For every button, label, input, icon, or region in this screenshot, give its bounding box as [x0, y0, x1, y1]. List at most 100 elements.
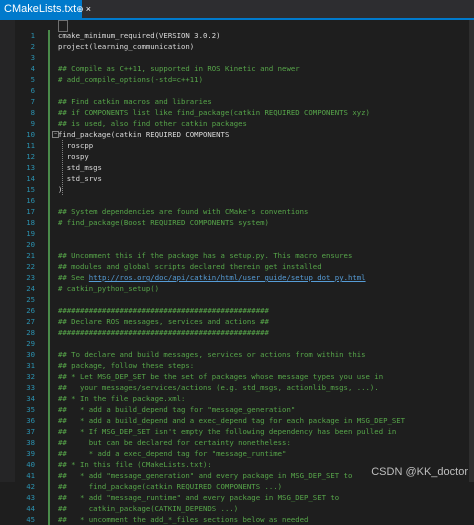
line-number: 11: [26, 141, 35, 150]
change-indicator: [48, 239, 50, 250]
code-line[interactable]: 31 ## package, follow these steps:: [0, 360, 474, 371]
code-line[interactable]: 6: [0, 85, 474, 96]
code-line[interactable]: 29: [0, 338, 474, 349]
tab-bar: CMakeLists.txt ⊕ ×: [0, 0, 474, 18]
change-indicator: [48, 118, 50, 129]
code-line[interactable]: 12 rospy: [0, 151, 474, 162]
code-line[interactable]: 10 find_package(catkin REQUIRED COMPONENT…: [0, 129, 474, 140]
code-line[interactable]: 4 ## Compile as C++11, supported in ROS K…: [0, 63, 474, 74]
line-number: 9: [30, 119, 35, 128]
change-indicator: [48, 503, 50, 514]
line-number: 36: [26, 416, 35, 425]
code-text: ## To declare and build messages, servic…: [58, 350, 366, 359]
code-line[interactable]: 22 ## modules and global scripts declared…: [0, 261, 474, 272]
line-number: 1: [30, 31, 35, 40]
close-icon[interactable]: ×: [86, 4, 91, 14]
code-line[interactable]: 7 ## Find catkin macros and libraries: [0, 96, 474, 107]
code-line[interactable]: 44 ## catkin_package(CATKIN_DEPENDS ...): [0, 503, 474, 514]
code-line[interactable]: 3: [0, 52, 474, 63]
code-line[interactable]: 36 ## * add a build_depend and a exec_dep…: [0, 415, 474, 426]
code-line[interactable]: 17 ## System dependencies are found with …: [0, 206, 474, 217]
change-indicator: [48, 250, 50, 261]
code-text: ## if COMPONENTS list like find_package(…: [58, 108, 370, 117]
vertical-scrollbar[interactable]: [469, 20, 474, 482]
code-line[interactable]: 23 ## See http://ros.org/doc/api/catkin/h…: [0, 272, 474, 283]
code-line[interactable]: 34 ## * In the file package.xml:: [0, 393, 474, 404]
code-line[interactable]: 42 ## find_package(catkin REQUIRED COMPON…: [0, 481, 474, 492]
change-indicator: [48, 173, 50, 184]
line-number: 10: [26, 130, 35, 139]
code-text: cmake_minimum_required(VERSION 3.0.2): [58, 31, 221, 40]
indent-guide: [62, 140, 63, 195]
line-number: 38: [26, 438, 35, 447]
code-line[interactable]: 39 ## * add a exec_depend tag for "messag…: [0, 448, 474, 459]
change-indicator: [48, 140, 50, 151]
code-line[interactable]: 43 ## * add "message_runtime" and every p…: [0, 492, 474, 503]
code-line[interactable]: 18 # find_package(Boost REQUIRED COMPONEN…: [0, 217, 474, 228]
code-text: ## your messages/services/actions (e.g. …: [58, 383, 379, 392]
code-line[interactable]: 11 roscpp: [0, 140, 474, 151]
change-indicator: [48, 294, 50, 305]
change-indicator: [48, 514, 50, 525]
change-indicator: [48, 492, 50, 503]
change-indicator: [48, 371, 50, 382]
code-line[interactable]: 13 std_msgs: [0, 162, 474, 173]
code-text: ## catkin_package(CATKIN_DEPENDS ...): [58, 504, 239, 513]
change-indicator: [48, 272, 50, 283]
fold-collapse-icon[interactable]: −: [52, 131, 59, 138]
code-line[interactable]: 2 project(learning_communication): [0, 41, 474, 52]
code-line[interactable]: 15): [0, 184, 474, 195]
code-editor[interactable]: 1 cmake_minimum_required(VERSION 3.0.2) 2 p…: [0, 20, 474, 525]
code-line[interactable]: 16: [0, 195, 474, 206]
code-text: ########################################…: [58, 328, 269, 337]
change-indicator: [48, 404, 50, 415]
code-line[interactable]: 1 cmake_minimum_required(VERSION 3.0.2): [0, 30, 474, 41]
line-number: 23: [26, 273, 35, 282]
line-number: 17: [26, 207, 35, 216]
change-indicator: [48, 305, 50, 316]
line-number: 22: [26, 262, 35, 271]
line-number: 19: [26, 229, 35, 238]
change-indicator: [48, 393, 50, 404]
code-line[interactable]: 30 ## To declare and build messages, serv…: [0, 349, 474, 360]
code-line[interactable]: 25: [0, 294, 474, 305]
line-number: 7: [30, 97, 35, 106]
code-line[interactable]: 5 # add_compile_options(-std=c++11): [0, 74, 474, 85]
code-line[interactable]: 24 # catkin_python_setup(): [0, 283, 474, 294]
line-number: 44: [26, 504, 35, 513]
change-indicator: [48, 63, 50, 74]
code-line[interactable]: 14 std_srvs: [0, 173, 474, 184]
code-text: ## System dependencies are found with CM…: [58, 207, 309, 216]
code-line[interactable]: 35 ## * add a build_depend tag for "messa…: [0, 404, 474, 415]
code-text: ## * In the file package.xml:: [58, 394, 186, 403]
pin-icon[interactable]: ⊕: [76, 4, 84, 15]
code-line[interactable]: 37 ## * If MSG_DEP_SET isn't empty the fo…: [0, 426, 474, 437]
code-line[interactable]: 38 ## but can be declared for certainty n…: [0, 437, 474, 448]
code-text: # add_compile_options(-std=c++11): [58, 75, 203, 84]
line-number: 4: [30, 64, 35, 73]
tab-cmakelists[interactable]: CMakeLists.txt ⊕ ×: [0, 0, 91, 18]
code-line[interactable]: 27 ## Declare ROS messages, services and …: [0, 316, 474, 327]
line-number: 33: [26, 383, 35, 392]
code-link[interactable]: http://ros.org/doc/api/catkin/html/user_…: [89, 272, 366, 283]
code-line[interactable]: 32 ## * Let MSG_DEP_SET be the set of pac…: [0, 371, 474, 382]
line-number: 35: [26, 405, 35, 414]
code-line[interactable]: 28 ######################################…: [0, 327, 474, 338]
code-line[interactable]: 26 ######################################…: [0, 305, 474, 316]
code-line[interactable]: 33 ## your messages/services/actions (e.g…: [0, 382, 474, 393]
line-number: 13: [26, 163, 35, 172]
code-line[interactable]: 8 ## if COMPONENTS list like find_package…: [0, 107, 474, 118]
code-text: ## package, follow these steps:: [58, 361, 195, 370]
change-indicator: [48, 30, 50, 41]
line-number: 8: [30, 108, 35, 117]
line-number: 20: [26, 240, 35, 249]
code-text: ## but can be declared for certainty non…: [58, 438, 291, 447]
change-indicator: [48, 360, 50, 371]
code-line[interactable]: 9 ## is used, also find other catkin pack…: [0, 118, 474, 129]
line-number: 43: [26, 493, 35, 502]
change-indicator: [48, 349, 50, 360]
code-line[interactable]: 19: [0, 228, 474, 239]
code-line[interactable]: 45 ## * uncomment the add_*_files section…: [0, 514, 474, 525]
code-line[interactable]: 20: [0, 239, 474, 250]
code-line[interactable]: 21 ## Uncomment this if the package has a…: [0, 250, 474, 261]
